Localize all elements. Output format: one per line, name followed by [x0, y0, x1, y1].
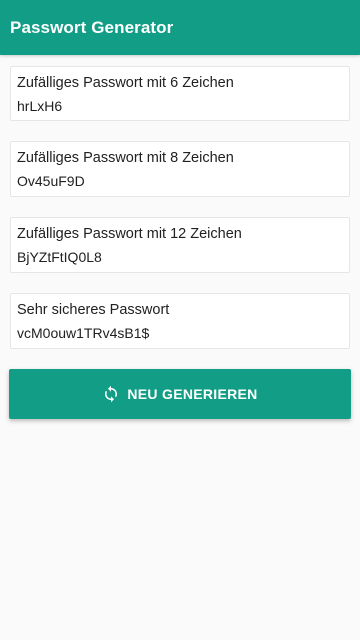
password-card-8: Zufälliges Passwort mit 8 Zeichen Ov45uF… — [10, 141, 350, 197]
regenerate-button[interactable]: NEU GENERIEREN — [9, 369, 351, 419]
password-card-secure: Sehr sicheres Passwort vcM0ouw1TRv4sB1$ — [10, 293, 350, 349]
password-value[interactable]: hrLxH6 — [17, 97, 343, 115]
password-value[interactable]: Ov45uF9D — [17, 172, 343, 190]
password-card-title: Sehr sicheres Passwort — [17, 302, 170, 318]
password-card-12: Zufälliges Passwort mit 12 Zeichen BjYZt… — [10, 217, 350, 273]
password-value[interactable]: BjYZtFtIQ0L8 — [17, 248, 343, 266]
password-card-title: Zufälliges Passwort mit 12 Zeichen — [17, 226, 242, 242]
password-value[interactable]: vcM0ouw1TRv4sB1$ — [17, 324, 343, 342]
password-card-title: Zufälliges Passwort mit 8 Zeichen — [17, 150, 234, 166]
app-bar: Passwort Generator — [0, 0, 360, 55]
password-card-title: Zufälliges Passwort mit 6 Zeichen — [17, 75, 234, 91]
app-title: Passwort Generator — [10, 17, 174, 37]
regenerate-button-label: NEU GENERIEREN — [127, 386, 258, 402]
password-card-6: Zufälliges Passwort mit 6 Zeichen hrLxH6 — [10, 66, 350, 121]
refresh-icon — [102, 385, 120, 403]
